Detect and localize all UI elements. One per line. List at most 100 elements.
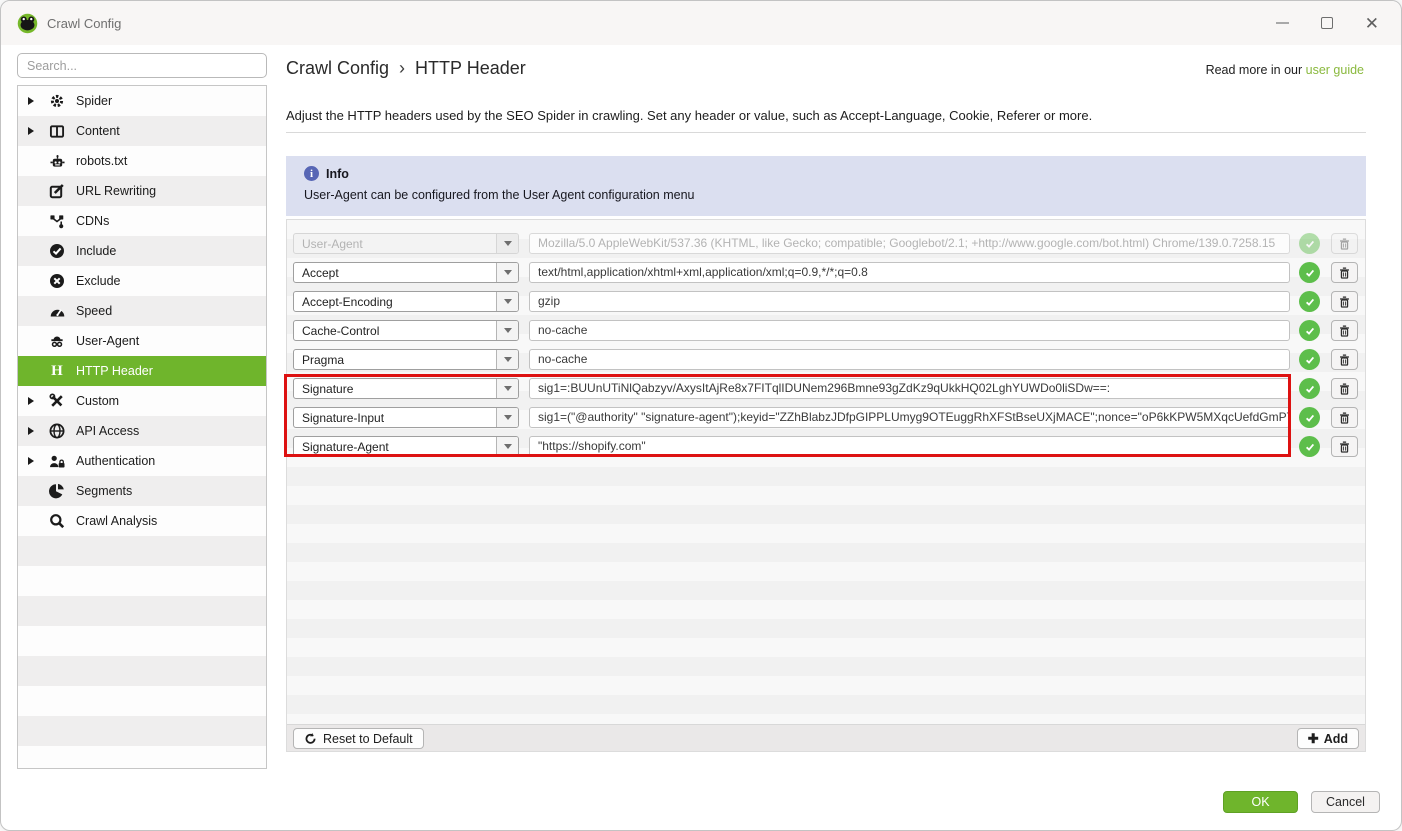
enabled-check-icon[interactable] [1299, 378, 1320, 399]
person-lock-icon [48, 453, 66, 470]
sidebar-item-exclude[interactable]: Exclude [18, 266, 266, 296]
header-row: User-Agent Mozilla/5.0 AppleWebKit/537.3… [293, 233, 1358, 254]
delete-header-button[interactable] [1331, 262, 1358, 283]
sidebar-item-user-agent[interactable]: User-Agent [18, 326, 266, 356]
header-value-input[interactable]: "https://shopify.com" [529, 436, 1290, 457]
sidebar-item-content[interactable]: Content [18, 116, 266, 146]
header-name-dropdown[interactable]: Signature [293, 378, 519, 399]
dropdown-arrow-button[interactable] [496, 292, 518, 311]
expand-caret-icon[interactable] [28, 397, 34, 405]
sidebar-item-url-rewriting[interactable]: URL Rewriting [18, 176, 266, 206]
sidebar-item-label: robots.txt [76, 154, 127, 168]
info-box: i Info User-Agent can be configured from… [286, 156, 1366, 216]
sidebar-item-label: Include [76, 244, 116, 258]
expand-caret-icon[interactable] [28, 127, 34, 135]
trash-icon [1338, 382, 1351, 396]
dropdown-arrow-button[interactable] [496, 350, 518, 369]
delete-header-button[interactable] [1331, 291, 1358, 312]
sidebar-item-custom[interactable]: Custom [18, 386, 266, 416]
enabled-check-icon[interactable] [1299, 320, 1320, 341]
pie-icon [48, 483, 66, 500]
sidebar-item-cdns[interactable]: CDNs [18, 206, 266, 236]
expand-caret-icon[interactable] [28, 97, 34, 105]
header-name-dropdown[interactable]: Signature-Agent [293, 436, 519, 457]
gauge-icon [48, 303, 66, 320]
enabled-check-icon[interactable] [1299, 349, 1320, 370]
cancel-button[interactable]: Cancel [1311, 791, 1380, 813]
sidebar-item-label: Segments [76, 484, 132, 498]
header-name-dropdown[interactable]: Signature-Input [293, 407, 519, 428]
dropdown-arrow-button[interactable] [496, 437, 518, 456]
header-name-value: Signature-Input [294, 411, 496, 425]
sidebar-item-spider[interactable]: Spider [18, 86, 266, 116]
sidebar-item-robots-txt[interactable]: robots.txt [18, 146, 266, 176]
expand-caret-icon[interactable] [28, 427, 34, 435]
minimize-icon[interactable] [1276, 22, 1289, 24]
sidebar-item-label: Spider [76, 94, 112, 108]
dropdown-arrow-button[interactable] [496, 234, 518, 253]
read-more: Read more in our user guide [1206, 63, 1364, 77]
delete-header-button[interactable] [1331, 349, 1358, 370]
sidebar-item-label: CDNs [76, 214, 109, 228]
header-value-input[interactable]: gzip [529, 291, 1290, 312]
dropdown-arrow-button[interactable] [496, 408, 518, 427]
sidebar-list: Spider Content robots.txt URL Rewriting … [17, 85, 267, 769]
chevron-down-icon [504, 386, 512, 391]
user-guide-link[interactable]: user guide [1306, 63, 1364, 77]
panel-footer: Reset to Default ✚ Add [287, 724, 1365, 751]
breadcrumb: Crawl Config›HTTP Header [286, 58, 526, 79]
close-icon[interactable]: ✕ [1365, 15, 1379, 32]
enabled-check-icon[interactable] [1299, 233, 1320, 254]
header-value-input[interactable]: no-cache [529, 320, 1290, 341]
sidebar-item-label: Authentication [76, 454, 155, 468]
http-headers-panel: User-Agent Mozilla/5.0 AppleWebKit/537.3… [286, 219, 1366, 752]
header-value-input[interactable]: sig1=("@authority" "signature-agent");ke… [529, 407, 1290, 428]
trash-icon [1338, 237, 1351, 251]
dropdown-arrow-button[interactable] [496, 263, 518, 282]
header-name-dropdown[interactable]: Accept [293, 262, 519, 283]
chevron-down-icon [504, 299, 512, 304]
delete-header-button[interactable] [1331, 378, 1358, 399]
delete-header-button[interactable] [1331, 407, 1358, 428]
add-label: Add [1324, 732, 1348, 746]
maximize-icon[interactable] [1321, 17, 1333, 29]
header-value-input[interactable]: no-cache [529, 349, 1290, 370]
delete-header-button[interactable] [1331, 233, 1358, 254]
enabled-check-icon[interactable] [1299, 291, 1320, 312]
header-name-dropdown[interactable]: User-Agent [293, 233, 519, 254]
sidebar-item-speed[interactable]: Speed [18, 296, 266, 326]
sidebar-item-segments[interactable]: Segments [18, 476, 266, 506]
delete-header-button[interactable] [1331, 436, 1358, 457]
sidebar-item-include[interactable]: Include [18, 236, 266, 266]
tools-icon [48, 393, 66, 410]
delete-header-button[interactable] [1331, 320, 1358, 341]
header-row: Accept-Encoding gzip [293, 291, 1358, 312]
search-input[interactable] [17, 53, 267, 78]
header-value-input[interactable]: sig1=:BUUnUTiNlQabzyv/AxysItAjRe8x7FITql… [529, 378, 1290, 399]
breadcrumb-parent[interactable]: Crawl Config [286, 58, 389, 78]
sidebar-item-http-header[interactable]: H HTTP Header [18, 356, 266, 386]
crawl-config-dialog: Crawl Config ✕ Spider Content robots.txt… [0, 0, 1402, 831]
ok-button[interactable]: OK [1223, 791, 1298, 813]
breadcrumb-separator: › [399, 58, 405, 78]
enabled-check-icon[interactable] [1299, 407, 1320, 428]
header-name-dropdown[interactable]: Cache-Control [293, 320, 519, 341]
header-value-input[interactable]: text/html,application/xhtml+xml,applicat… [529, 262, 1290, 283]
enabled-check-icon[interactable] [1299, 262, 1320, 283]
enabled-check-icon[interactable] [1299, 436, 1320, 457]
sidebar-item-authentication[interactable]: Authentication [18, 446, 266, 476]
chevron-down-icon [504, 444, 512, 449]
dropdown-arrow-button[interactable] [496, 379, 518, 398]
trash-icon [1338, 353, 1351, 367]
header-value-input[interactable]: Mozilla/5.0 AppleWebKit/537.36 (KHTML, l… [529, 233, 1290, 254]
spy-icon [48, 333, 66, 350]
sidebar-item-label: Custom [76, 394, 119, 408]
reset-to-default-button[interactable]: Reset to Default [293, 728, 424, 749]
header-name-dropdown[interactable]: Pragma [293, 349, 519, 370]
add-header-button[interactable]: ✚ Add [1297, 728, 1359, 749]
expand-caret-icon[interactable] [28, 457, 34, 465]
header-name-dropdown[interactable]: Accept-Encoding [293, 291, 519, 312]
dropdown-arrow-button[interactable] [496, 321, 518, 340]
sidebar-item-crawl-analysis[interactable]: Crawl Analysis [18, 506, 266, 536]
sidebar-item-api-access[interactable]: API Access [18, 416, 266, 446]
